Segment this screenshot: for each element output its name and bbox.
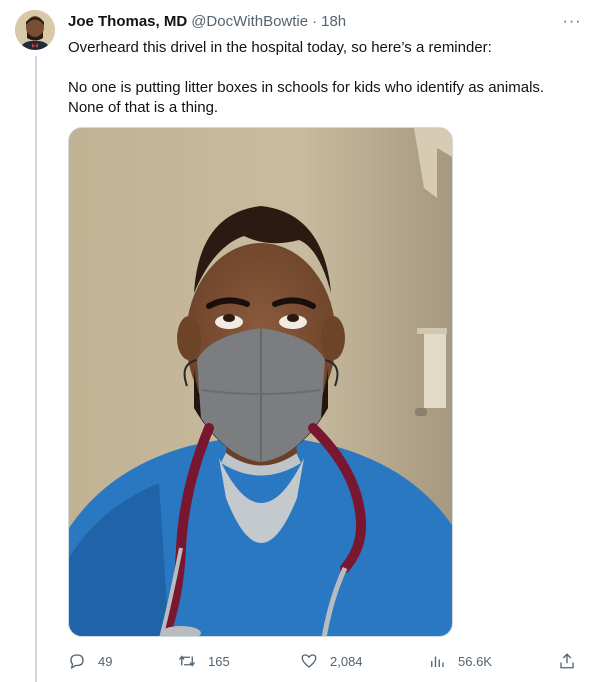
like-button[interactable]: 2,084 (300, 650, 363, 672)
retweet-count: 165 (208, 653, 230, 669)
tweet-header: Joe Thomas, MD @DocWithBowtie · 18h (68, 12, 568, 32)
tweet-text-line: No one is putting litter boxes in school… (68, 79, 545, 96)
share-icon (560, 653, 574, 669)
tweet-timestamp[interactable]: 18h (321, 12, 346, 32)
share-button[interactable] (558, 650, 576, 672)
thread-line (35, 56, 37, 682)
reply-icon (70, 654, 84, 670)
like-count: 2,084 (330, 653, 363, 669)
views-icon (431, 656, 444, 667)
reply-button[interactable]: 49 (68, 650, 112, 672)
tweet-photo[interactable] (68, 127, 453, 637)
author-handle[interactable]: @DocWithBowtie (191, 12, 308, 32)
views-button[interactable]: 56.6K (428, 650, 492, 672)
separator-dot: · (312, 13, 318, 30)
views-count: 56.6K (458, 653, 492, 669)
tweet-text-line: Overheard this drivel in the hospital to… (68, 39, 492, 56)
retweet-icon (178, 655, 196, 667)
retweet-button[interactable]: 165 (178, 650, 230, 672)
author-name[interactable]: Joe Thomas, MD (68, 12, 187, 32)
tweet-text-line: None of that is a thing. (68, 99, 219, 116)
tweet-text: Overheard this drivel in the hospital to… (68, 38, 568, 118)
reply-count: 49 (98, 653, 113, 669)
tweet[interactable]: Joe Thomas, MD @DocWithBowtie · 18h ··· … (0, 0, 598, 682)
heart-icon (301, 654, 317, 668)
action-bar: 49 165 2,084 56.6K (60, 650, 585, 672)
avatar[interactable] (15, 10, 55, 50)
more-icon[interactable]: ··· (562, 12, 582, 32)
